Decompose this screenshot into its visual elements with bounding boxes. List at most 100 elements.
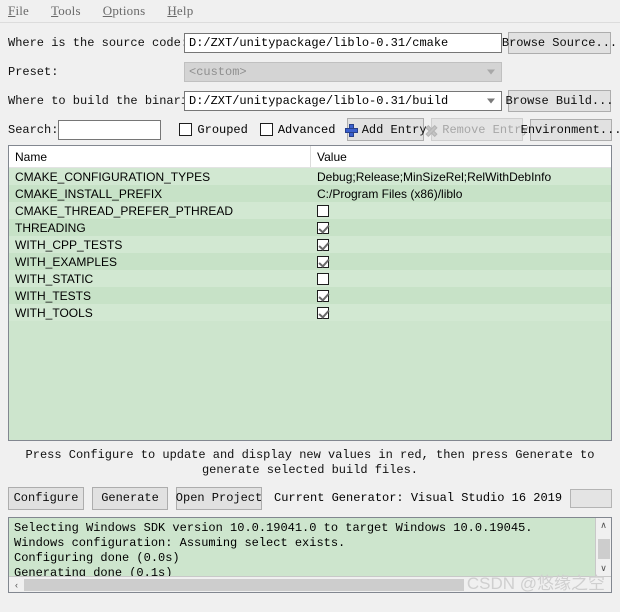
table-row[interactable]: CMAKE_INSTALL_PREFIX C:/Program Files (x8… — [9, 185, 611, 202]
advanced-checkbox-box — [259, 123, 273, 136]
cache-variable-name: WITH_TESTS — [15, 288, 92, 303]
cache-value-checkbox[interactable] — [317, 221, 329, 234]
cache-value-checkbox[interactable] — [317, 289, 329, 302]
cache-variables-table[interactable]: Name Value CMAKE_CONFIGURATION_TYPES Debu… — [8, 145, 612, 441]
table-row[interactable]: CMAKE_CONFIGURATION_TYPES Debug;Release;M… — [9, 168, 611, 185]
chevron-down-icon — [487, 98, 495, 103]
cache-toolbar: Search: Grouped Advanced Add Entry Remov… — [8, 117, 620, 142]
add-entry-button[interactable]: Add Entry — [344, 118, 427, 141]
menu-item-options-rest: ptions — [112, 3, 146, 18]
cache-variable-value[interactable] — [311, 289, 611, 302]
cache-value-checkbox[interactable] — [317, 272, 329, 285]
console-vertical-scrollbar[interactable]: ∧ ∨ — [595, 518, 611, 576]
progress-bar — [570, 488, 612, 508]
source-row: Where is the source code: D:/ZXT/unitypa… — [8, 30, 617, 55]
table-header: Name Value — [9, 146, 611, 168]
configure-hint-line1: Press Configure to update and display ne… — [25, 448, 595, 477]
remove-entry-button: Remove Entry — [430, 118, 529, 141]
cache-variable-name: WITH_EXAMPLES — [15, 254, 118, 269]
preset-row: Preset: <custom> — [8, 59, 612, 84]
cache-variable-value[interactable] — [311, 272, 611, 285]
scroll-track-vertical[interactable] — [596, 533, 612, 561]
menu-item-file-rest: ile — [15, 3, 30, 18]
cache-variable-value[interactable] — [311, 306, 611, 319]
scroll-thumb-horizontal[interactable] — [24, 578, 464, 591]
grouped-checkbox[interactable]: Grouped — [179, 122, 248, 137]
menu-item-tools-rest: ools — [58, 3, 81, 18]
grouped-checkbox-box — [179, 123, 193, 136]
add-entry-label: Add Entry — [361, 122, 427, 137]
cache-variable-name: CMAKE_INSTALL_PREFIX — [15, 186, 163, 201]
path-form: Where is the source code: D:/ZXT/unitypa… — [0, 23, 620, 142]
action-row: Configure Generate Open Project Current … — [8, 486, 612, 510]
cache-value-checkbox[interactable] — [317, 255, 329, 268]
cache-variable-value[interactable] — [311, 204, 611, 217]
advanced-checkbox[interactable]: Advanced — [259, 122, 336, 137]
chevron-down-icon — [487, 69, 495, 74]
table-row[interactable]: WITH_CPP_TESTS — [9, 236, 611, 253]
cache-variable-name: CMAKE_CONFIGURATION_TYPES — [15, 169, 211, 184]
source-path-input[interactable]: D:/ZXT/unitypackage/liblo-0.31/cmake — [184, 32, 502, 53]
build-label: Where to build the binaries: — [8, 93, 210, 108]
configure-button[interactable]: Configure — [8, 486, 84, 510]
grouped-label: Grouped — [197, 122, 248, 137]
scroll-track-horizontal[interactable] — [24, 577, 611, 593]
cache-variable-name: CMAKE_THREAD_PREFER_PTHREAD — [15, 203, 234, 218]
build-row: Where to build the binaries: D:/ZXT/unit… — [8, 88, 614, 113]
scroll-left-icon[interactable]: ‹ — [9, 577, 24, 593]
search-input[interactable] — [58, 119, 162, 140]
build-path-input[interactable]: D:/ZXT/unitypackage/liblo-0.31/build — [184, 90, 502, 111]
cache-variable-value[interactable] — [311, 221, 611, 234]
cache-variable-name: WITH_TOOLS — [15, 305, 93, 320]
console-output-text[interactable]: Selecting Windows SDK version 10.0.19041… — [9, 518, 595, 576]
scroll-up-icon[interactable]: ∧ — [596, 518, 612, 533]
menu-bar: File Tools Options Help — [0, 0, 620, 23]
environment-button[interactable]: Environment... — [521, 118, 620, 141]
preset-value: <custom> — [189, 64, 247, 79]
open-project-button[interactable]: Open Project — [176, 486, 262, 510]
cache-variable-value[interactable]: Debug;Release;MinSizeRel;RelWithDebInfo — [311, 170, 611, 184]
table-row[interactable]: CMAKE_THREAD_PREFER_PTHREAD — [9, 202, 611, 219]
browse-build-button[interactable]: Browse Build... — [505, 89, 614, 112]
preset-label: Preset: — [8, 64, 59, 79]
table-row[interactable]: THREADING — [9, 219, 611, 236]
browse-source-button[interactable]: Browse Source... — [502, 31, 617, 54]
cache-variable-name: WITH_CPP_TESTS — [15, 237, 123, 252]
cache-variable-value[interactable] — [311, 255, 611, 268]
scroll-thumb-vertical[interactable] — [597, 539, 610, 559]
menu-item-help-rest: elp — [176, 3, 194, 18]
cmake-gui-window: File Tools Options Help Where is the sou… — [0, 0, 620, 612]
menu-item-options[interactable]: Options — [103, 3, 146, 19]
cache-variable-name: WITH_STATIC — [15, 271, 94, 286]
cache-value-checkbox[interactable] — [317, 306, 329, 319]
cache-value-checkbox[interactable] — [317, 238, 329, 251]
preset-dropdown[interactable]: <custom> — [184, 61, 502, 82]
table-row[interactable]: WITH_TESTS — [9, 287, 611, 304]
search-label: Search: — [8, 122, 59, 137]
column-header-value[interactable]: Value — [311, 146, 611, 167]
menu-item-help[interactable]: Help — [167, 3, 193, 19]
plus-icon — [344, 123, 358, 137]
remove-entry-label: Remove Entry — [442, 122, 529, 137]
advanced-label: Advanced — [277, 122, 336, 137]
cache-variable-name: THREADING — [15, 220, 86, 235]
column-header-name[interactable]: Name — [9, 146, 311, 167]
table-row[interactable]: WITH_TOOLS — [9, 304, 611, 321]
output-console: Selecting Windows SDK version 10.0.19041… — [8, 517, 612, 593]
table-row[interactable]: WITH_EXAMPLES — [9, 253, 611, 270]
configure-hint-line2: build files. — [331, 463, 419, 477]
cache-variable-value[interactable]: C:/Program Files (x86)/liblo — [311, 187, 611, 201]
build-path-value: D:/ZXT/unitypackage/liblo-0.31/build — [189, 93, 449, 108]
generate-button[interactable]: Generate — [92, 486, 168, 510]
table-row[interactable]: WITH_STATIC — [9, 270, 611, 287]
menu-item-tools[interactable]: Tools — [51, 3, 81, 19]
cache-value-checkbox[interactable] — [317, 204, 329, 217]
configure-hint: Press Configure to update and display ne… — [14, 448, 606, 478]
table-body: CMAKE_CONFIGURATION_TYPES Debug;Release;M… — [9, 168, 611, 321]
x-icon — [425, 124, 437, 136]
scroll-down-icon[interactable]: ∨ — [596, 561, 612, 576]
menu-item-file[interactable]: File — [8, 3, 29, 19]
console-body: Selecting Windows SDK version 10.0.19041… — [9, 518, 611, 576]
console-horizontal-scrollbar[interactable]: ‹ — [9, 576, 611, 592]
cache-variable-value[interactable] — [311, 238, 611, 251]
